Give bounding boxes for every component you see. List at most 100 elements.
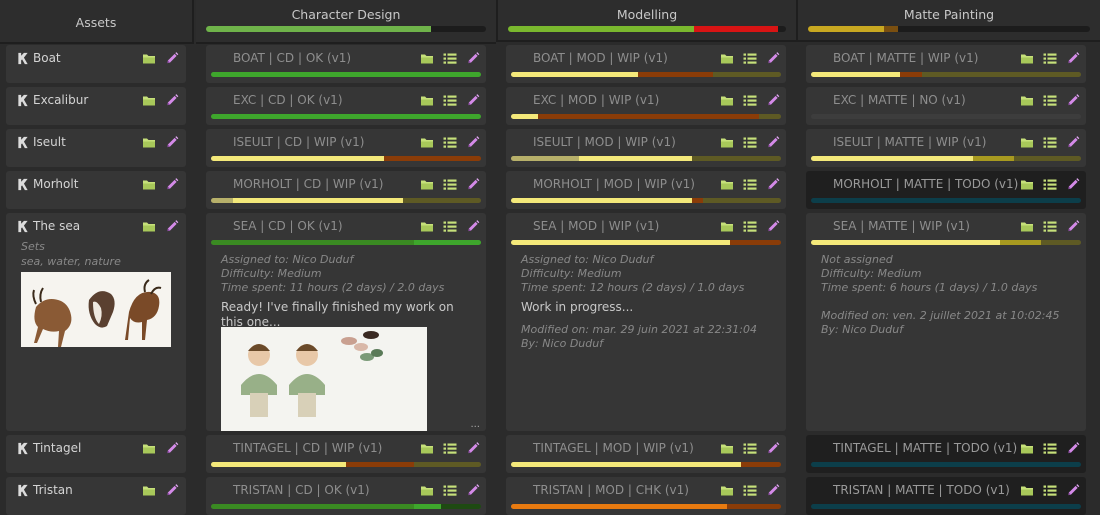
list-icon[interactable] xyxy=(1043,178,1057,191)
task-card[interactable]: MORHOLT | MATTE | TODO (v1) xyxy=(806,171,1086,209)
folder-icon[interactable] xyxy=(420,442,434,455)
list-icon[interactable] xyxy=(743,484,757,497)
folder-icon[interactable] xyxy=(1020,484,1034,497)
list-icon[interactable] xyxy=(1043,94,1057,107)
task-card[interactable]: BOAT | MATTE | WIP (v1) xyxy=(806,45,1086,83)
folder-icon[interactable] xyxy=(142,136,156,149)
folder-icon[interactable] xyxy=(1020,442,1034,455)
folder-icon[interactable] xyxy=(420,94,434,107)
pencil-icon[interactable] xyxy=(165,442,179,455)
folder-icon[interactable] xyxy=(720,484,734,497)
pencil-icon[interactable] xyxy=(466,52,480,65)
folder-icon[interactable] xyxy=(420,484,434,497)
list-icon[interactable] xyxy=(443,220,457,233)
list-icon[interactable] xyxy=(443,178,457,191)
folder-icon[interactable] xyxy=(720,94,734,107)
task-card[interactable]: EXC | CD | OK (v1) xyxy=(206,87,486,125)
more-indicator[interactable]: ... xyxy=(470,419,480,430)
list-icon[interactable] xyxy=(743,178,757,191)
pencil-icon[interactable] xyxy=(466,442,480,455)
pencil-icon[interactable] xyxy=(165,220,179,233)
pencil-icon[interactable] xyxy=(766,94,780,107)
task-card[interactable]: ISEULT | CD | WIP (v1) xyxy=(206,129,486,167)
task-card[interactable]: SEA | MATTE | WIP (v1) Not assigned Diffic… xyxy=(806,213,1086,431)
asset-card[interactable]: Iseult xyxy=(6,129,186,167)
pencil-icon[interactable] xyxy=(1066,484,1080,497)
task-card[interactable]: MORHOLT | CD | WIP (v1) xyxy=(206,171,486,209)
folder-icon[interactable] xyxy=(142,220,156,233)
list-icon[interactable] xyxy=(743,442,757,455)
character-design-column-header[interactable]: Character Design xyxy=(196,0,496,44)
pencil-icon[interactable] xyxy=(1066,94,1080,107)
task-card[interactable]: BOAT | MOD | WIP (v1) xyxy=(506,45,786,83)
asset-card[interactable]: Morholt xyxy=(6,171,186,209)
task-card[interactable]: TINTAGEL | MATTE | TODO (v1) xyxy=(806,435,1086,473)
asset-card[interactable]: Boat xyxy=(6,45,186,83)
folder-icon[interactable] xyxy=(720,220,734,233)
list-icon[interactable] xyxy=(743,136,757,149)
asset-card[interactable]: Excalibur xyxy=(6,87,186,125)
pencil-icon[interactable] xyxy=(466,178,480,191)
pencil-icon[interactable] xyxy=(766,484,780,497)
task-card[interactable]: TINTAGEL | CD | WIP (v1) xyxy=(206,435,486,473)
pencil-icon[interactable] xyxy=(1066,220,1080,233)
pencil-icon[interactable] xyxy=(466,94,480,107)
list-icon[interactable] xyxy=(743,94,757,107)
folder-icon[interactable] xyxy=(1020,136,1034,149)
pencil-icon[interactable] xyxy=(165,178,179,191)
list-icon[interactable] xyxy=(443,484,457,497)
pencil-icon[interactable] xyxy=(165,52,179,65)
folder-icon[interactable] xyxy=(142,178,156,191)
pencil-icon[interactable] xyxy=(766,220,780,233)
modelling-column-header[interactable]: Modelling xyxy=(496,0,796,42)
folder-icon[interactable] xyxy=(1020,220,1034,233)
list-icon[interactable] xyxy=(443,136,457,149)
folder-icon[interactable] xyxy=(720,136,734,149)
list-icon[interactable] xyxy=(1043,484,1057,497)
task-card[interactable]: SEA | MOD | WIP (v1) Assigned to: Nico Du… xyxy=(506,213,786,431)
task-card[interactable]: SEA | CD | OK (v1) Assigned to: Nico Dudu… xyxy=(206,213,486,431)
pencil-icon[interactable] xyxy=(766,442,780,455)
folder-icon[interactable] xyxy=(720,178,734,191)
folder-icon[interactable] xyxy=(420,178,434,191)
matte-painting-column-header[interactable]: Matte Painting xyxy=(796,0,1100,42)
task-card[interactable]: ISEULT | MOD | WIP (v1) xyxy=(506,129,786,167)
pencil-icon[interactable] xyxy=(1066,442,1080,455)
list-icon[interactable] xyxy=(743,52,757,65)
pencil-icon[interactable] xyxy=(466,484,480,497)
pencil-icon[interactable] xyxy=(466,136,480,149)
task-card[interactable]: TINTAGEL | MOD | WIP (v1) xyxy=(506,435,786,473)
list-icon[interactable] xyxy=(1043,52,1057,65)
pencil-icon[interactable] xyxy=(766,178,780,191)
pencil-icon[interactable] xyxy=(766,52,780,65)
pencil-icon[interactable] xyxy=(1066,136,1080,149)
pencil-icon[interactable] xyxy=(1066,178,1080,191)
task-card[interactable]: BOAT | CD | OK (v1) xyxy=(206,45,486,83)
list-icon[interactable] xyxy=(1043,220,1057,233)
asset-card[interactable]: Tintagel xyxy=(6,435,186,473)
list-icon[interactable] xyxy=(443,52,457,65)
task-card[interactable]: EXC | MOD | WIP (v1) xyxy=(506,87,786,125)
folder-icon[interactable] xyxy=(142,442,156,455)
list-icon[interactable] xyxy=(443,442,457,455)
list-icon[interactable] xyxy=(443,94,457,107)
task-thumbnail[interactable] xyxy=(221,327,427,431)
pencil-icon[interactable] xyxy=(766,136,780,149)
folder-icon[interactable] xyxy=(142,52,156,65)
pencil-icon[interactable] xyxy=(165,136,179,149)
folder-icon[interactable] xyxy=(142,94,156,107)
task-card[interactable]: TRISTAN | MOD | CHK (v1) xyxy=(506,477,786,515)
asset-thumbnail[interactable] xyxy=(21,272,171,347)
folder-icon[interactable] xyxy=(1020,94,1034,107)
task-card[interactable]: TRISTAN | CD | OK (v1) xyxy=(206,477,486,515)
task-card[interactable]: TRISTAN | MATTE | TODO (v1) xyxy=(806,477,1086,515)
folder-icon[interactable] xyxy=(720,52,734,65)
pencil-icon[interactable] xyxy=(466,220,480,233)
pencil-icon[interactable] xyxy=(165,94,179,107)
folder-icon[interactable] xyxy=(1020,178,1034,191)
folder-icon[interactable] xyxy=(142,484,156,497)
task-card[interactable]: EXC | MATTE | NO (v1) xyxy=(806,87,1086,125)
folder-icon[interactable] xyxy=(420,220,434,233)
list-icon[interactable] xyxy=(1043,136,1057,149)
folder-icon[interactable] xyxy=(1020,52,1034,65)
